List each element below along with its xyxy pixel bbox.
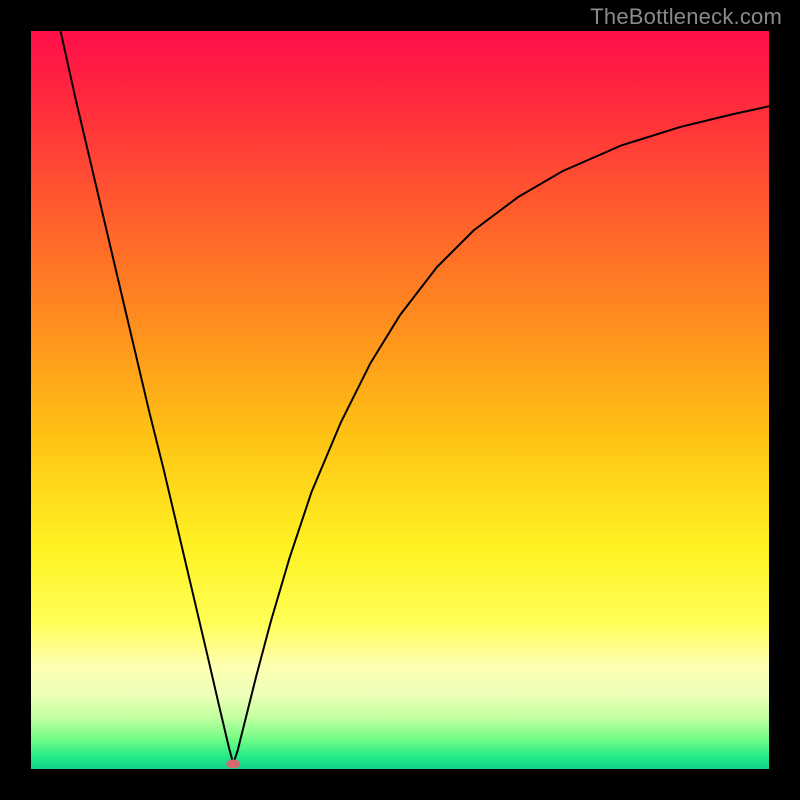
watermark-text: TheBottleneck.com xyxy=(590,4,782,30)
bottleneck-chart xyxy=(31,31,769,769)
chart-frame: TheBottleneck.com xyxy=(0,0,800,800)
minimum-marker xyxy=(226,759,240,768)
chart-plot-area xyxy=(31,31,769,769)
